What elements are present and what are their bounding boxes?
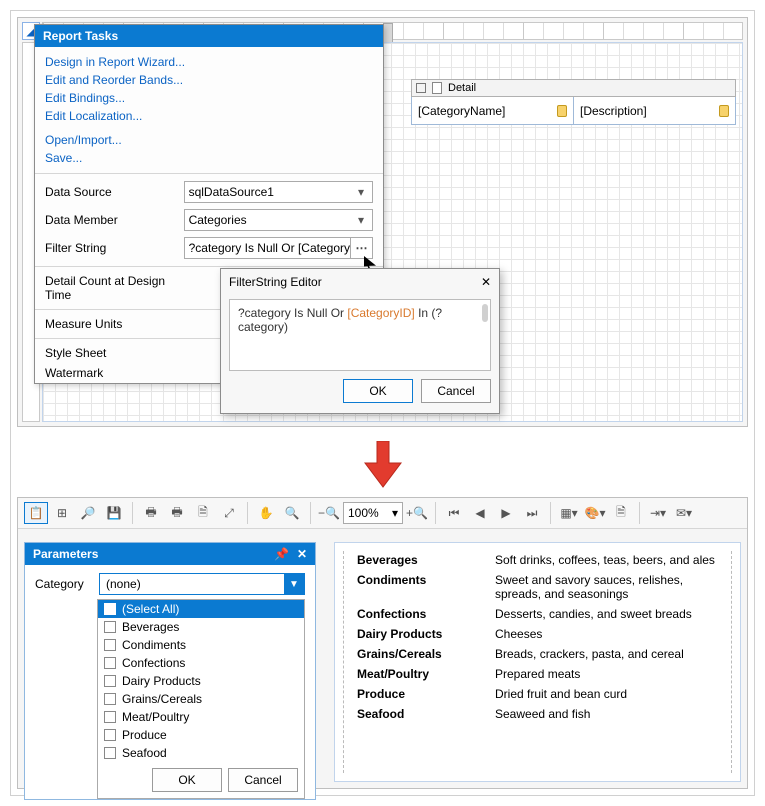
zoom-in-button[interactable]: +🔍: [405, 502, 429, 524]
filter-string-ellipsis-button[interactable]: ⋯: [350, 238, 372, 258]
print-button[interactable]: 🖶: [139, 502, 163, 524]
filter-expression-editor[interactable]: ?category Is Null Or [CategoryID] In (?c…: [229, 299, 491, 371]
save-button[interactable]: 💾: [102, 502, 126, 524]
background-color-button[interactable]: 🎨▾: [583, 502, 607, 524]
magnifier-button[interactable]: 🔍: [280, 502, 304, 524]
close-icon[interactable]: ✕: [297, 547, 307, 561]
checkbox-icon[interactable]: [104, 639, 116, 651]
label-style-sheet: Style Sheet: [35, 343, 185, 363]
zoom-combo[interactable]: 100%▾: [343, 502, 403, 524]
list-ok-button[interactable]: OK: [152, 768, 222, 792]
band-header[interactable]: Detail: [411, 79, 736, 97]
combo-data-member[interactable]: Categories ▾: [184, 209, 373, 231]
report-preview-viewer: 📋 ⊞ 🔎 💾 🖶 🖶 🗎 ⤢ ✋ 🔍 −🔍 100%▾ +🔍 ⏮ ◀ ▶ ⏭: [17, 497, 748, 789]
chevron-down-icon: ▾: [354, 185, 368, 199]
checkbox-icon[interactable]: [104, 711, 116, 723]
table-row: Meat/PoultryPrepared meats: [357, 667, 726, 681]
checkbox-icon[interactable]: [104, 657, 116, 669]
page-setup-button[interactable]: 🗎: [191, 502, 215, 524]
table-row: BeveragesSoft drinks, coffees, teas, bee…: [357, 553, 726, 567]
pin-icon[interactable]: 📌: [274, 547, 289, 561]
input-filter-string[interactable]: ?category Is Null Or [Category ⋯: [184, 237, 373, 259]
table-row: CondimentsSweet and savory sauces, relis…: [357, 573, 726, 601]
next-page-button[interactable]: ▶: [494, 502, 518, 524]
chevron-down-icon: ▼: [284, 574, 304, 594]
first-page-button[interactable]: ⏮: [442, 502, 466, 524]
parameters-panel-toggle[interactable]: 📋: [24, 502, 48, 524]
link-edit-bindings[interactable]: Edit Bindings...: [45, 89, 373, 107]
label-filter-string: Filter String: [35, 234, 174, 262]
table-row: ConfectionsDesserts, candies, and sweet …: [357, 607, 726, 621]
parameters-panel: Parameters 📌 ✕ Category (none) ▼ (Select…: [24, 542, 316, 800]
table-row: Dairy ProductsCheeses: [357, 627, 726, 641]
link-open-import[interactable]: Open/Import...: [45, 131, 373, 149]
category-combo[interactable]: (none) ▼: [99, 573, 305, 595]
table-row: SeafoodSeaweed and fish: [357, 707, 726, 721]
checkbox-icon[interactable]: [104, 621, 116, 633]
scrollbar-thumb[interactable]: [482, 304, 488, 322]
list-item[interactable]: Produce: [98, 726, 304, 744]
list-cancel-button[interactable]: Cancel: [228, 768, 298, 792]
export-button[interactable]: ⇥▾: [646, 502, 670, 524]
table-row: ProduceDried fruit and bean curd: [357, 687, 726, 701]
panel-title: Report Tasks: [35, 25, 383, 47]
list-item[interactable]: Beverages: [98, 618, 304, 636]
combo-data-source[interactable]: sqlDataSource1 ▾: [184, 181, 373, 203]
table-row: Grains/CerealsBreads, crackers, pasta, a…: [357, 647, 726, 661]
panel-title-text: Parameters: [33, 547, 98, 561]
category-dropdown-list[interactable]: (Select All) BeveragesCondimentsConfecti…: [97, 599, 305, 799]
label-measure-units: Measure Units: [35, 314, 185, 334]
checkbox-icon[interactable]: [104, 675, 116, 687]
label-detail-count: Detail Count at Design Time: [35, 271, 185, 305]
checkbox-icon[interactable]: [104, 693, 116, 705]
link-edit-bands[interactable]: Edit and Reorder Bands...: [45, 71, 373, 89]
multipage-button[interactable]: ▦▾: [557, 502, 581, 524]
list-item[interactable]: Meat/Poultry: [98, 708, 304, 726]
field-categoryname[interactable]: [CategoryName]: [412, 97, 574, 124]
list-item[interactable]: Seafood: [98, 744, 304, 762]
label-data-source: Data Source: [35, 178, 174, 206]
preview-page[interactable]: BeveragesSoft drinks, coffees, teas, bee…: [334, 542, 741, 782]
link-edit-localization[interactable]: Edit Localization...: [45, 107, 373, 125]
find-button[interactable]: 🔎: [76, 502, 100, 524]
list-item[interactable]: Condiments: [98, 636, 304, 654]
filter-string-editor-dialog: FilterString Editor ✕ ?category Is Null …: [220, 268, 500, 414]
detail-band[interactable]: Detail [CategoryName] [Description]: [411, 79, 736, 127]
watermark-button[interactable]: 🗎: [609, 502, 633, 524]
collapse-icon[interactable]: [416, 83, 426, 93]
report-designer-surface: ◢ Detail [CategoryName] [Description]: [17, 17, 748, 427]
band-doc-icon: [432, 82, 442, 94]
label-watermark: Watermark: [35, 363, 185, 383]
field-description[interactable]: [Description]: [574, 97, 735, 124]
preview-toolbar: 📋 ⊞ 🔎 💾 🖶 🖶 🗎 ⤢ ✋ 🔍 −🔍 100%▾ +🔍 ⏮ ◀ ▶ ⏭: [18, 498, 747, 529]
send-button[interactable]: ✉▾: [672, 502, 696, 524]
band-title: Detail: [448, 82, 476, 94]
chevron-down-icon: ▾: [354, 213, 368, 227]
quick-print-button[interactable]: 🖶: [165, 502, 189, 524]
dialog-title: FilterString Editor: [229, 275, 322, 289]
link-save[interactable]: Save...: [45, 149, 373, 167]
hand-tool-button[interactable]: ✋: [254, 502, 278, 524]
thumbnails-button[interactable]: ⊞: [50, 502, 74, 524]
checkbox-icon[interactable]: [104, 729, 116, 741]
checkbox-icon[interactable]: [104, 603, 116, 615]
list-item-select-all[interactable]: (Select All): [98, 600, 304, 618]
list-item[interactable]: Grains/Cereals: [98, 690, 304, 708]
last-page-button[interactable]: ⏭: [520, 502, 544, 524]
list-item[interactable]: Dairy Products: [98, 672, 304, 690]
zoom-out-button[interactable]: −🔍: [317, 502, 341, 524]
list-item[interactable]: Confections: [98, 654, 304, 672]
label-data-member: Data Member: [35, 206, 174, 234]
prev-page-button[interactable]: ◀: [468, 502, 492, 524]
close-icon[interactable]: ✕: [481, 275, 491, 289]
db-icon: [557, 105, 567, 117]
db-icon: [719, 105, 729, 117]
flow-arrow-icon: [17, 427, 748, 497]
ok-button[interactable]: OK: [343, 379, 413, 403]
checkbox-icon[interactable]: [104, 747, 116, 759]
scale-button[interactable]: ⤢: [217, 502, 241, 524]
link-design-wizard[interactable]: Design in Report Wizard...: [45, 53, 373, 71]
category-label: Category: [35, 577, 93, 591]
cancel-button[interactable]: Cancel: [421, 379, 491, 403]
